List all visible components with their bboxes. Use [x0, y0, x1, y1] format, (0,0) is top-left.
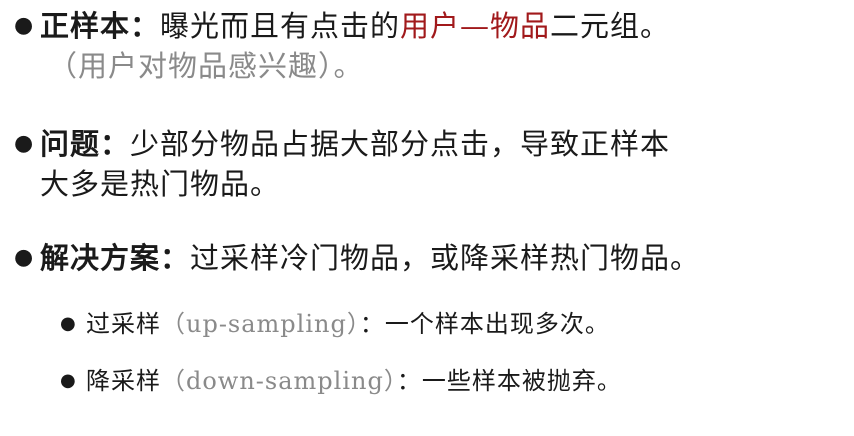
- sub-bullet-dot: ●: [60, 313, 76, 334]
- term-upsampling: 过采样: [86, 310, 161, 338]
- solution-text: 过采样冷门物品，或降采样热门物品。: [190, 241, 701, 275]
- upsampling-text: ：一个样本出现多次。: [359, 310, 610, 338]
- latin-upsampling: （up-sampling）: [161, 310, 360, 338]
- sub-bullet-dot: ●: [60, 370, 76, 391]
- highlight-user-item: 用户—物品: [400, 9, 551, 43]
- bullet-dot: ●: [14, 131, 34, 156]
- bullet-text: 问题：少部分物品占据大部分点击，导致正样本 大多是热门物品。: [40, 124, 670, 204]
- bullet-dot: ●: [14, 245, 34, 270]
- problem-line1: 少部分物品占据大部分点击，导致正样本: [130, 127, 671, 161]
- term-problem: 问题：: [40, 127, 131, 161]
- bullet-solution: ● 解决方案：过采样冷门物品，或降采样热门物品。: [14, 238, 700, 278]
- term-positive-samples: 正样本：: [40, 9, 161, 43]
- bullet-dot: ●: [14, 13, 34, 38]
- bullet-positive-samples: ● 正样本：曝光而且有点击的用户—物品二元组。 （用户对物品感兴趣）。: [14, 6, 670, 86]
- text-after: 二元组。: [550, 9, 671, 43]
- sub-bullet-text: 降采样（down-sampling）：一些样本被抛弃。: [86, 363, 622, 399]
- bullet-problem: ● 问题：少部分物品占据大部分点击，导致正样本 大多是热门物品。: [14, 124, 670, 204]
- sub-bullet-text: 过采样（up-sampling）：一个样本出现多次。: [86, 306, 610, 342]
- bullet-text: 解决方案：过采样冷门物品，或降采样热门物品。: [40, 238, 700, 278]
- bullet-text: 正样本：曝光而且有点击的用户—物品二元组。 （用户对物品感兴趣）。: [40, 6, 670, 86]
- sub-bullet-upsampling: ● 过采样（up-sampling）：一个样本出现多次。: [60, 306, 610, 342]
- latin-downsampling: （down-sampling）: [161, 367, 397, 395]
- slide: ● 正样本：曝光而且有点击的用户—物品二元组。 （用户对物品感兴趣）。 ● 问题…: [0, 0, 854, 436]
- term-solution: 解决方案：: [40, 241, 191, 275]
- note-user-interest: （用户对物品感兴趣）。: [48, 49, 364, 83]
- text-before: 曝光而且有点击的: [160, 9, 401, 43]
- downsampling-text: ：一些样本被抛弃。: [396, 367, 622, 395]
- sub-bullet-downsampling: ● 降采样（down-sampling）：一些样本被抛弃。: [60, 363, 622, 399]
- problem-line2: 大多是热门物品。: [40, 167, 281, 201]
- term-downsampling: 降采样: [86, 367, 161, 395]
